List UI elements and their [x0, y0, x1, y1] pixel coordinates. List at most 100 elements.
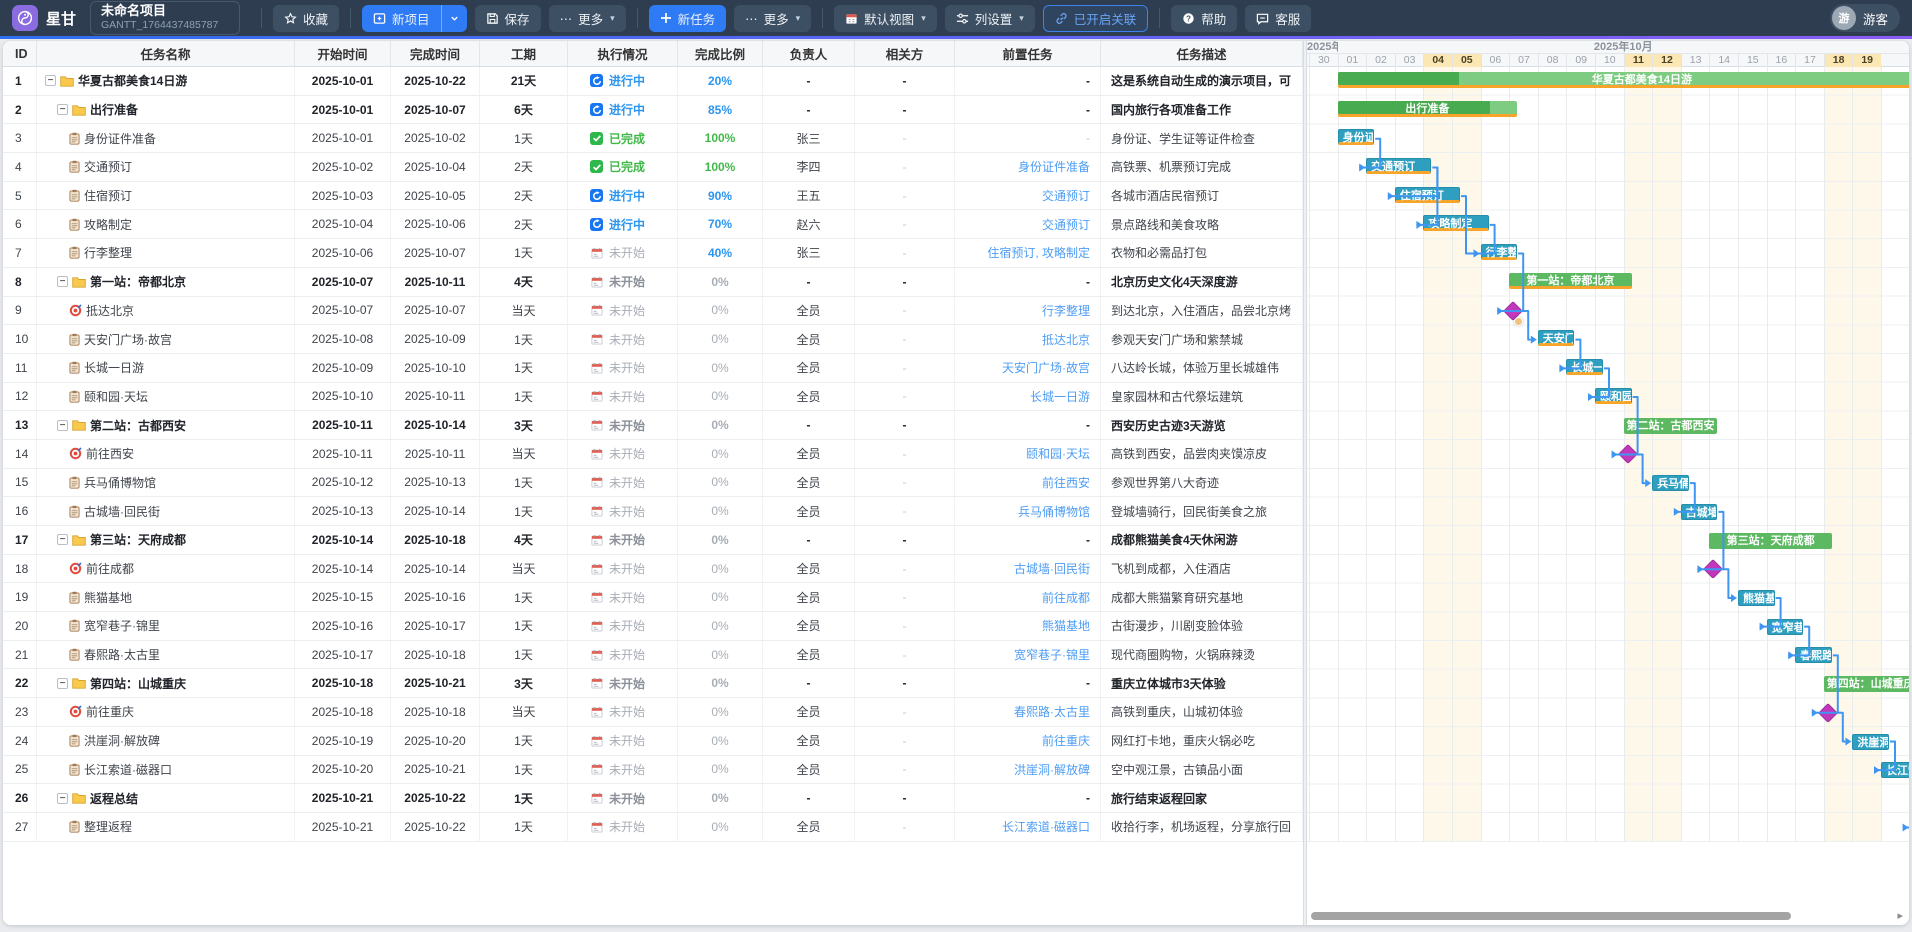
summary-bar[interactable]: 第三站：天府成都: [1709, 533, 1831, 549]
task-bar[interactable]: 行李整理: [1481, 244, 1518, 260]
help-button[interactable]: ? 帮助: [1171, 5, 1237, 32]
table-row[interactable]: 25长江索道·磁器口2025-10-202025-10-211天未开始0%全员-…: [3, 756, 1303, 785]
table-row[interactable]: 21春熙路·太古里2025-10-172025-10-181天未开始0%全员-宽…: [3, 641, 1303, 670]
collapse-toggle[interactable]: −: [57, 534, 68, 545]
table-row[interactable]: 26−返程总结2025-10-212025-10-221天未开始0%---旅行结…: [3, 784, 1303, 813]
predecessor-link[interactable]: 长江索道·磁器口: [1002, 818, 1090, 835]
table-row[interactable]: 17−第三站：天府成都2025-10-142025-10-184天未开始0%--…: [3, 526, 1303, 555]
table-row[interactable]: 3身份证件准备2025-10-012025-10-021天已完成100%张三--…: [3, 124, 1303, 153]
table-row[interactable]: 24洪崖洞·解放碑2025-10-192025-10-201天未开始0%全员-前…: [3, 727, 1303, 756]
task-bar[interactable]: 春熙路·太古里: [1795, 647, 1832, 663]
column-settings-button[interactable]: 列设置 ▾: [945, 5, 1035, 32]
task-bar[interactable]: 古城墙·回民街: [1681, 504, 1718, 520]
table-row[interactable]: 14前往西安2025-10-112025-10-11当天未开始0%全员-颐和园·…: [3, 440, 1303, 469]
predecessor-link[interactable]: 行李整理: [1042, 302, 1090, 319]
percent-complete: 0%: [678, 669, 763, 697]
column-header-4: 工期: [480, 41, 568, 66]
table-row[interactable]: 16古城墙·回民街2025-10-132025-10-141天未开始0%全员-兵…: [3, 497, 1303, 526]
task-bar[interactable]: 洪崖洞·解放碑: [1852, 734, 1889, 750]
predecessor-link[interactable]: 前往重庆: [1042, 732, 1090, 749]
table-row[interactable]: 2−出行准备2025-10-012025-10-076天进行中85%---国内旅…: [3, 96, 1303, 125]
predecessor-link[interactable]: 抵达北京: [1042, 331, 1090, 348]
table-row[interactable]: 18前往成都2025-10-142025-10-14当天未开始0%全员-古城墙·…: [3, 555, 1303, 584]
task-bar[interactable]: 住宿预订: [1395, 187, 1460, 203]
task-bar[interactable]: 宽窄巷子·锦里: [1767, 619, 1804, 635]
table-row[interactable]: 15兵马俑博物馆2025-10-122025-10-131天未开始0%全员-前往…: [3, 469, 1303, 498]
summary-bar[interactable]: 出行准备: [1338, 101, 1518, 117]
task-bar[interactable]: 天安门广场·故宫: [1538, 330, 1575, 346]
task-bar[interactable]: 熊猫基地: [1738, 590, 1775, 606]
collapse-toggle[interactable]: −: [57, 104, 68, 115]
new-task-button[interactable]: 新任务: [649, 5, 727, 32]
collapse-toggle[interactable]: −: [57, 678, 68, 689]
table-row[interactable]: 7行李整理2025-10-062025-10-071天未开始40%张三-住宿预订…: [3, 239, 1303, 268]
summary-bar[interactable]: 华夏古都美食14日游: [1338, 72, 1909, 88]
start-date: 2025-10-18: [295, 669, 391, 697]
table-row[interactable]: 10天安门广场·故宫2025-10-082025-10-091天未开始0%全员-…: [3, 325, 1303, 354]
task-bar[interactable]: 身份证件准备: [1338, 129, 1375, 145]
predecessor-link[interactable]: 交通预订: [1042, 216, 1090, 233]
table-row[interactable]: 23前往重庆2025-10-182025-10-18当天未开始0%全员-春熙路·…: [3, 698, 1303, 727]
predecessor-link[interactable]: 洪崖洞·解放碑: [1014, 761, 1090, 778]
predecessor-link[interactable]: 长城一日游: [1030, 388, 1090, 405]
table-row[interactable]: 4交通预订2025-10-022025-10-042天已完成100%李四-身份证…: [3, 153, 1303, 182]
task-bar[interactable]: 长城一日游: [1566, 359, 1603, 375]
predecessor-link[interactable]: 交通预订: [1042, 187, 1090, 204]
stakeholders: -: [855, 469, 955, 497]
predecessor-link[interactable]: 熊猫基地: [1042, 617, 1090, 634]
table-row[interactable]: 19熊猫基地2025-10-152025-10-161天未开始0%全员-前往成都…: [3, 583, 1303, 612]
task-bar[interactable]: 攻略制定: [1423, 215, 1488, 231]
summary-bar[interactable]: 第四站：山城重庆: [1824, 676, 1909, 692]
collapse-toggle[interactable]: −: [45, 75, 56, 86]
task-name: 洪崖洞·解放碑: [84, 732, 160, 749]
table-row[interactable]: 8−第一站：帝都北京2025-10-072025-10-114天未开始0%---…: [3, 268, 1303, 297]
predecessor-link[interactable]: 前往成都: [1042, 589, 1090, 606]
predecessor-link[interactable]: 住宿预订, 攻略制定: [987, 244, 1090, 261]
toolbar-separator: [261, 8, 262, 28]
project-name-box[interactable]: 未命名项目 GANTT_1764437485787: [90, 1, 240, 35]
table-row[interactable]: 20宽窄巷子·锦里2025-10-162025-10-171天未开始0%全员-熊…: [3, 612, 1303, 641]
table-row[interactable]: 6攻略制定2025-10-042025-10-062天进行中70%赵六-交通预订…: [3, 210, 1303, 239]
table-row[interactable]: 1−华夏古都美食14日游2025-10-012025-10-2221天进行中20…: [3, 67, 1303, 96]
predecessor-link[interactable]: 身份证件准备: [1018, 158, 1090, 175]
more-tasks-button[interactable]: ⋯ 更多 ▾: [734, 5, 811, 32]
table-row[interactable]: 12颐和园·天坛2025-10-102025-10-111天未开始0%全员-长城…: [3, 383, 1303, 412]
table-header: ID任务名称开始时间完成时间工期执行情况完成比例负责人相关方前置任务任务描述: [3, 41, 1303, 67]
link-toggle-button[interactable]: 已开启关联: [1043, 5, 1149, 32]
task-bar[interactable]: 长江索道·磁器口: [1881, 762, 1909, 778]
table-row[interactable]: 27整理返程2025-10-212025-10-221天未开始0%全员-长江索道…: [3, 813, 1303, 842]
task-name: 前往重庆: [86, 703, 134, 720]
table-row[interactable]: 11长城一日游2025-10-092025-10-101天未开始0%全员-天安门…: [3, 354, 1303, 383]
table-row[interactable]: 22−第四站：山城重庆2025-10-182025-10-213天未开始0%--…: [3, 669, 1303, 698]
predecessor-link[interactable]: 前往西安: [1042, 474, 1090, 491]
predecessor-link[interactable]: 春熙路·太古里: [1014, 703, 1090, 720]
predecessor-link[interactable]: 古城墙·回民街: [1014, 560, 1090, 577]
user-menu[interactable]: 游 游客: [1830, 4, 1900, 32]
summary-bar[interactable]: 第二站：古都西安: [1624, 418, 1718, 434]
predecessor-link[interactable]: 宽窄巷子·锦里: [1014, 646, 1090, 663]
table-row[interactable]: 5住宿预订2025-10-032025-10-052天进行中90%王五-交通预订…: [3, 182, 1303, 211]
collapse-toggle[interactable]: −: [57, 420, 68, 431]
table-row[interactable]: 13−第二站：古都西安2025-10-112025-10-143天未开始0%--…: [3, 411, 1303, 440]
predecessor-link[interactable]: 天安门广场·故宫: [1002, 359, 1090, 376]
support-button[interactable]: 客服: [1245, 5, 1311, 32]
more-button[interactable]: ⋯ 更多 ▾: [549, 5, 626, 32]
default-view-button[interactable]: 默认视图 ▾: [834, 5, 937, 32]
collapse-toggle[interactable]: −: [57, 793, 68, 804]
collapse-toggle[interactable]: −: [57, 276, 68, 287]
summary-bar[interactable]: 第一站：帝都北京: [1509, 273, 1631, 289]
scrollbar-right-arrow[interactable]: ▸: [1897, 909, 1903, 922]
table-row[interactable]: 9抵达北京2025-10-072025-10-07当天未开始0%全员-行李整理到…: [3, 297, 1303, 326]
predecessor-link[interactable]: 颐和园·天坛: [1026, 445, 1090, 462]
predecessor-link[interactable]: 兵马俑博物馆: [1018, 503, 1090, 520]
task-bar[interactable]: 兵马俑博物馆: [1652, 475, 1689, 491]
favorite-button[interactable]: 收藏: [273, 5, 339, 32]
new-project-dropdown[interactable]: [441, 5, 467, 32]
task-bar[interactable]: 颐和园·天坛: [1595, 388, 1632, 404]
status-icon: [590, 246, 603, 259]
scrollbar-thumb[interactable]: [1311, 912, 1791, 920]
avatar: 游: [1832, 6, 1856, 30]
save-button[interactable]: 保存: [475, 5, 541, 32]
task-bar[interactable]: 交通预订: [1366, 158, 1431, 174]
new-project-button[interactable]: 新项目: [362, 5, 441, 32]
